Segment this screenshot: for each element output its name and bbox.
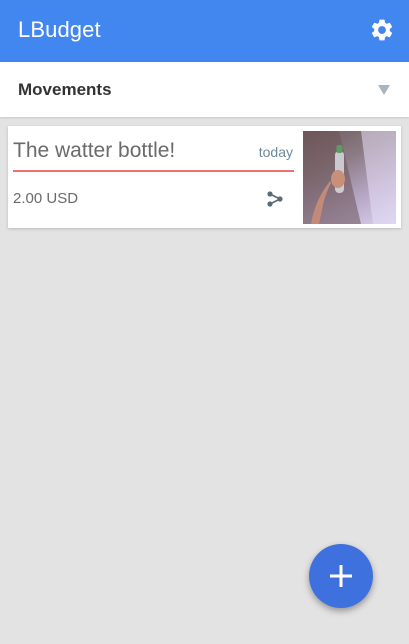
plus-icon <box>330 565 352 587</box>
share-icon <box>267 191 283 207</box>
add-movement-button[interactable] <box>309 544 373 608</box>
share-button[interactable] <box>266 190 284 208</box>
movement-card[interactable]: The watter bottle! today 2.00 USD <box>8 126 401 228</box>
movement-date: today <box>258 144 293 160</box>
movement-photo[interactable] <box>303 131 396 224</box>
filter-selected-label: Movements <box>18 80 112 99</box>
app-bar: LBudget <box>0 0 409 62</box>
app-title: LBudget <box>18 17 101 42</box>
movement-amount: 2.00 USD <box>13 190 79 207</box>
movement-category-underline <box>13 170 294 172</box>
triangle-down-icon <box>378 85 390 95</box>
photo-thumbnail-image <box>303 131 396 224</box>
movement-title: The watter bottle! <box>13 139 176 162</box>
movements-filter-dropdown[interactable]: Movements <box>0 62 409 117</box>
gear-icon <box>371 19 393 41</box>
settings-button[interactable] <box>369 17 395 43</box>
